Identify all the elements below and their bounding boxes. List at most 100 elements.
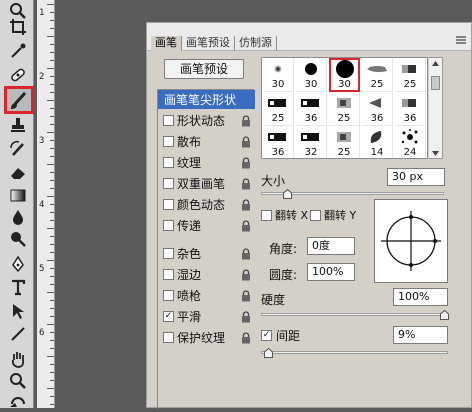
settings-checkbox[interactable] xyxy=(163,290,174,301)
lock-icon[interactable] xyxy=(241,198,251,211)
ruler-tick xyxy=(50,60,54,61)
settings-item-brush-tip-shape[interactable]: 画笔笔尖形状 xyxy=(158,90,255,109)
brush-preset-cell[interactable]: 30 xyxy=(263,58,294,92)
brush-preset-cell[interactable]: 25 xyxy=(362,58,393,92)
flip-y-checkbox[interactable] xyxy=(310,210,321,221)
settings-item[interactable]: 颜色动态 xyxy=(158,195,255,214)
path-selection-tool-icon[interactable] xyxy=(6,300,30,322)
brush-preset-cell[interactable]: 25 xyxy=(329,126,360,158)
lock-icon[interactable] xyxy=(241,310,251,323)
lock-icon[interactable] xyxy=(241,331,251,344)
settings-checkbox[interactable] xyxy=(163,248,174,259)
brush-size-label: 30 xyxy=(304,79,318,90)
spacing-input[interactable]: 9% xyxy=(393,326,448,344)
lock-icon[interactable] xyxy=(241,135,251,148)
ruler-tick xyxy=(50,364,54,365)
settings-item[interactable]: 湿边 xyxy=(158,265,255,284)
brush-settings-list: 画笔笔尖形状 形状动态散布纹理双重画笔颜色动态传递杂色湿边喷枪 ✓ 平滑保护纹理 xyxy=(157,89,255,409)
lock-icon[interactable] xyxy=(241,219,251,232)
brush-preset-cell[interactable]: 36 xyxy=(296,92,327,126)
brush-panel: 画笔 画笔预设 仿制源 画笔预设 画笔笔尖形状 形状动态 散布 纹理 双重画笔 颜色动态 传递… xyxy=(146,22,472,409)
brush-preset-cell[interactable]: 36 xyxy=(362,92,393,126)
ruler-tick xyxy=(50,156,54,157)
eraser-tool-icon[interactable] xyxy=(6,162,30,184)
brush-preset-cell[interactable]: 30 xyxy=(329,58,360,92)
lock-icon[interactable] xyxy=(241,268,251,281)
brush-presets-button[interactable]: 画笔预设 xyxy=(164,59,244,79)
roundness-input[interactable]: 100% xyxy=(307,263,355,281)
settings-checkbox[interactable]: ✓ xyxy=(163,311,174,322)
settings-item[interactable]: 传递 xyxy=(158,216,255,235)
settings-checkbox[interactable] xyxy=(163,332,174,343)
ruler-tick xyxy=(50,252,54,253)
settings-item[interactable]: 喷枪 xyxy=(158,286,255,305)
settings-checkbox[interactable] xyxy=(163,269,174,280)
flip-x-checkbox[interactable] xyxy=(261,210,272,221)
rotate-view-tool-icon[interactable] xyxy=(6,390,30,412)
settings-item[interactable]: 双重画笔 xyxy=(158,174,255,193)
gradient-tool-icon[interactable] xyxy=(6,184,30,206)
spacing-slider-track[interactable] xyxy=(261,351,448,354)
brush-preset-cell[interactable]: 25 xyxy=(329,92,360,126)
brush-preset-cell[interactable]: 25 xyxy=(395,58,426,92)
spacing-slider-thumb[interactable] xyxy=(264,348,273,358)
settings-item[interactable]: 杂色 xyxy=(158,244,255,263)
dodge-tool-icon[interactable] xyxy=(6,228,30,250)
settings-item[interactable]: 纹理 xyxy=(158,153,255,172)
preset-scrollbar[interactable] xyxy=(429,57,443,159)
brush-preset-cell[interactable]: 32 xyxy=(296,126,327,158)
hardness-slider-thumb[interactable] xyxy=(440,310,449,320)
brush-preset-cell[interactable]: 14 xyxy=(362,126,393,158)
lock-icon[interactable] xyxy=(241,156,251,169)
lock-icon[interactable] xyxy=(241,289,251,302)
healing-brush-tool-icon[interactable] xyxy=(6,64,30,86)
hardness-input[interactable]: 100% xyxy=(393,288,448,306)
lock-icon[interactable] xyxy=(241,114,251,127)
panel-menu-icon[interactable] xyxy=(455,35,467,45)
settings-item[interactable]: 散布 xyxy=(158,132,255,151)
hand-tool-icon[interactable] xyxy=(6,348,30,370)
settings-checkbox[interactable] xyxy=(163,220,174,231)
lock-icon[interactable] xyxy=(241,177,251,190)
scroll-thumb[interactable] xyxy=(431,76,440,90)
settings-checkbox[interactable] xyxy=(163,136,174,147)
settings-checkbox[interactable] xyxy=(163,199,174,210)
eyedropper-tool-icon[interactable] xyxy=(6,40,30,62)
tab-brush[interactable]: 画笔 xyxy=(151,36,182,51)
scroll-up-icon[interactable] xyxy=(431,60,440,67)
brush-tool-icon[interactable] xyxy=(4,86,34,114)
crop-tool-icon[interactable] xyxy=(6,16,30,38)
brush-preset-cell[interactable]: 36 xyxy=(263,126,294,158)
settings-checkbox[interactable] xyxy=(163,157,174,168)
tab-clone-source[interactable]: 仿制源 xyxy=(235,36,277,51)
brush-size-label: 36 xyxy=(271,147,285,158)
brush-preset-cell[interactable]: 30 xyxy=(296,58,327,92)
lock-icon[interactable] xyxy=(241,247,251,260)
settings-item-label: 形状动态 xyxy=(177,114,226,128)
history-brush-tool-icon[interactable] xyxy=(6,138,30,160)
zoom-tool-icon[interactable] xyxy=(6,370,30,392)
scroll-down-icon[interactable] xyxy=(431,150,440,157)
type-tool-icon[interactable] xyxy=(6,276,30,298)
angle-roundness-preview[interactable] xyxy=(374,199,448,283)
settings-item[interactable]: 形状动态 xyxy=(158,111,255,130)
settings-item[interactable]: 保护纹理 xyxy=(158,328,255,347)
clone-stamp-tool-icon[interactable] xyxy=(6,114,30,136)
settings-checkbox[interactable] xyxy=(163,178,174,189)
angle-input[interactable]: 0度 xyxy=(307,237,355,255)
brush-preset-cell[interactable]: 25 xyxy=(263,92,294,126)
brush-size-label: 32 xyxy=(304,147,318,158)
brush-preset-cell[interactable]: 24 xyxy=(395,126,426,158)
pen-tool-icon[interactable] xyxy=(6,253,30,275)
hardness-slider-track[interactable] xyxy=(261,313,448,316)
spacing-checkbox[interactable]: ✓ xyxy=(261,330,272,341)
ruler-tick xyxy=(50,332,54,333)
size-input[interactable]: 30 px xyxy=(387,168,445,186)
blur-tool-icon[interactable] xyxy=(6,206,30,228)
settings-item[interactable]: ✓ 平滑 xyxy=(158,307,255,326)
line-tool-icon[interactable] xyxy=(6,323,30,345)
settings-checkbox[interactable] xyxy=(163,115,174,126)
size-slider-thumb[interactable] xyxy=(283,189,292,199)
tab-brush-presets[interactable]: 画笔预设 xyxy=(182,36,235,51)
brush-preset-cell[interactable]: 36 xyxy=(395,92,426,126)
